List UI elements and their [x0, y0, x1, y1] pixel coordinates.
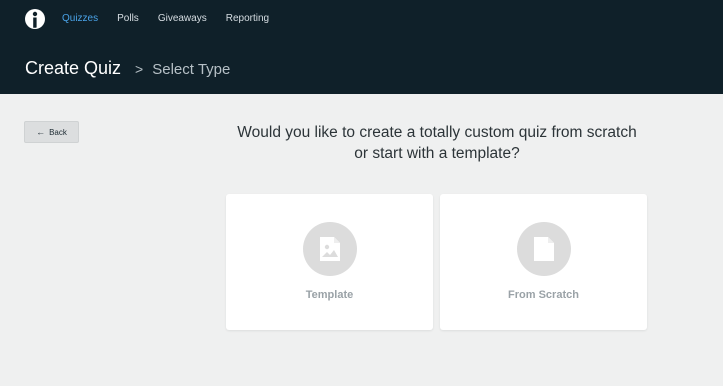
from-scratch-icon-circle: [517, 222, 571, 276]
image-document-icon: [320, 237, 340, 261]
from-scratch-option-label: From Scratch: [508, 289, 579, 301]
blank-document-icon: [534, 237, 554, 261]
nav-item-reporting[interactable]: Reporting: [226, 13, 269, 25]
from-scratch-option-card[interactable]: From Scratch: [440, 194, 647, 330]
back-button-label: Back: [49, 127, 67, 137]
top-header: Quizzes Polls Giveaways Reporting Create…: [0, 0, 723, 94]
nav-item-polls[interactable]: Polls: [117, 13, 139, 25]
nav-item-quizzes[interactable]: Quizzes: [62, 13, 98, 25]
question-line-1: Would you like to create a totally custo…: [237, 124, 637, 141]
back-button[interactable]: ← Back: [24, 121, 79, 143]
template-option-card[interactable]: Template: [226, 194, 433, 330]
breadcrumb: Create Quiz > Select Type: [25, 58, 230, 78]
page-title: Create Quiz: [25, 58, 122, 78]
template-icon-circle: [303, 222, 357, 276]
breadcrumb-separator: >: [135, 61, 144, 77]
arrow-left-icon: ←: [36, 127, 46, 137]
template-option-label: Template: [305, 289, 354, 301]
brand-logo-icon[interactable]: [24, 8, 46, 30]
breadcrumb-current: Select Type: [152, 61, 231, 78]
question-line-2: or start with a template?: [354, 145, 520, 162]
nav-item-giveaways[interactable]: Giveaways: [158, 13, 207, 25]
type-question: Would you like to create a totally custo…: [196, 122, 678, 164]
main-nav: Quizzes Polls Giveaways Reporting: [62, 13, 288, 25]
